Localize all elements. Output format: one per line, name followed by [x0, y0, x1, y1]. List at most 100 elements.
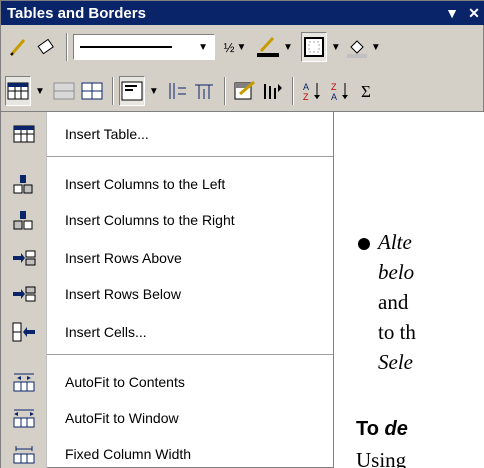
insert-table-icon	[1, 124, 47, 144]
distribute-columns-icon	[194, 84, 213, 99]
menu-item-autofit-contents[interactable]: AutoFit to Contents	[1, 364, 335, 400]
distribute-columns-button[interactable]	[191, 76, 217, 106]
menu-item-insert-cells[interactable]: Insert Cells...	[1, 314, 335, 350]
sort-descending-icon: ZA	[331, 82, 348, 102]
toolbar-separator	[111, 77, 114, 105]
menu-item-insert-rows-below[interactable]: Insert Rows Below	[1, 276, 335, 312]
align-button[interactable]	[118, 76, 145, 106]
chevron-down-icon[interactable]: ▼	[35, 86, 45, 97]
menu-item-insert-columns-left[interactable]: Insert Columns to the Left	[1, 166, 335, 202]
chevron-down-icon: ▼	[198, 41, 208, 53]
insert-cells-icon	[1, 321, 47, 343]
line-style-sample	[80, 46, 172, 48]
line-weight-dropdown[interactable]: ½ ▼	[215, 34, 255, 60]
menu-item-label: Insert Rows Above	[65, 250, 182, 266]
svg-text:A: A	[303, 82, 309, 92]
chevron-down-icon: ▼	[236, 41, 247, 53]
draw-table-button[interactable]	[5, 32, 31, 62]
sigma-icon: Σ	[361, 82, 371, 101]
document-text-line: to th	[378, 320, 416, 344]
bullet-point	[358, 238, 370, 250]
menu-item-label: Insert Rows Below	[65, 286, 181, 302]
chevron-down-icon: ▼	[370, 41, 381, 53]
text-direction-icon	[263, 84, 282, 99]
merge-cells-button[interactable]	[51, 76, 77, 106]
split-cells-button[interactable]	[79, 76, 105, 106]
heading-text: To	[356, 418, 385, 440]
outside-border-button[interactable]	[300, 32, 327, 62]
line-style-dropdown[interactable]: ▼	[73, 34, 215, 60]
toolbar-separator	[66, 33, 68, 61]
menu-item-fixed-column-width[interactable]: Fixed Column Width	[1, 436, 335, 468]
insert-rows-below-icon	[1, 284, 47, 304]
document-heading: To de	[356, 418, 408, 441]
document-text-line: Using	[356, 448, 407, 468]
menu-item-label: Insert Cells...	[65, 324, 147, 340]
menu-item-label: Insert Columns to the Left	[65, 176, 226, 192]
document-text-line: and	[378, 290, 409, 314]
insert-columns-left-icon	[1, 173, 47, 195]
toolbar-titlebar[interactable]: Tables and Borders ▼ ✕	[1, 1, 484, 25]
menu-separator	[47, 354, 333, 355]
insert-table-icon	[7, 82, 29, 100]
document-text-line: Sele	[378, 350, 413, 374]
distribute-rows-icon	[169, 83, 186, 99]
insert-table-button[interactable]	[5, 76, 31, 106]
align-top-left-icon	[121, 81, 143, 101]
insert-rows-above-icon	[1, 248, 47, 268]
menu-item-label: Fixed Column Width	[65, 446, 192, 462]
toolbar-row-1: ▼ ½ ▼ ▼ ▼ ▼	[1, 27, 484, 67]
sort-ascending-button[interactable]: AZ	[299, 76, 325, 106]
sort-ascending-icon: AZ	[303, 82, 320, 102]
menu-item-label: AutoFit to Contents	[65, 374, 185, 390]
menu-item-label: Insert Table...	[65, 126, 149, 142]
line-weight-value: ½	[223, 39, 235, 55]
document-text-line: belo	[378, 260, 415, 284]
svg-text:A: A	[331, 92, 337, 102]
document-area: Alte belo and to th Sele To de Using	[334, 112, 484, 468]
table-autoformat-button[interactable]	[231, 76, 257, 106]
eraser-icon	[37, 38, 54, 55]
tables-and-borders-toolbar: Tables and Borders ▼ ✕ ▼ ½ ▼ ▼ ▼ ▼ ▼ ▼ A…	[0, 0, 484, 112]
chevron-down-icon[interactable]: ▼	[331, 42, 341, 53]
toolbar-separator	[223, 77, 226, 105]
menu-separator	[47, 156, 333, 157]
svg-text:Z: Z	[303, 92, 309, 102]
eraser-button[interactable]	[33, 32, 59, 62]
sort-descending-button[interactable]: ZA	[327, 76, 353, 106]
menu-item-label: Insert Columns to the Right	[65, 212, 235, 228]
autofit-window-icon	[1, 407, 47, 429]
toolbar-row-2: ▼ ▼ AZ ZA Σ	[1, 71, 484, 111]
toolbar-close-button[interactable]: ✕	[463, 3, 484, 23]
autofit-contents-icon	[1, 371, 47, 393]
table-autoformat-icon	[234, 80, 255, 100]
autosum-button[interactable]: Σ	[355, 76, 381, 106]
chevron-down-icon[interactable]: ▼	[149, 86, 159, 97]
outside-border-icon	[303, 37, 324, 57]
fixed-column-width-icon	[1, 443, 47, 465]
menu-item-insert-rows-above[interactable]: Insert Rows Above	[1, 240, 335, 276]
menu-item-autofit-window[interactable]: AutoFit to Window	[1, 400, 335, 436]
split-cells-icon	[81, 82, 103, 100]
chevron-down-icon: ▼	[283, 41, 293, 53]
pencil-icon	[9, 39, 26, 56]
paint-bucket-icon	[346, 40, 367, 58]
insert-table-menu: Insert Table... Insert Columns to the Le…	[0, 112, 334, 468]
distribute-rows-button[interactable]	[163, 76, 189, 106]
border-color-icon	[257, 36, 279, 57]
insert-columns-right-icon	[1, 209, 47, 231]
svg-text:Z: Z	[331, 82, 337, 92]
menu-item-insert-columns-right[interactable]: Insert Columns to the Right	[1, 202, 335, 238]
merge-cells-icon	[53, 82, 75, 100]
toolbar-title: Tables and Borders	[7, 4, 146, 22]
menu-item-insert-table[interactable]: Insert Table...	[1, 116, 335, 152]
heading-emphasis: de	[384, 418, 408, 440]
shading-color-button[interactable]: ▼	[345, 32, 381, 62]
change-text-direction-button[interactable]	[259, 76, 285, 106]
document-text-line: Alte	[378, 230, 412, 254]
toolbar-options-button[interactable]: ▼	[441, 3, 463, 23]
border-color-button[interactable]: ▼	[255, 32, 293, 62]
toolbar-separator	[291, 77, 294, 105]
svg-text:Σ: Σ	[361, 82, 371, 101]
menu-item-label: AutoFit to Window	[65, 410, 179, 426]
